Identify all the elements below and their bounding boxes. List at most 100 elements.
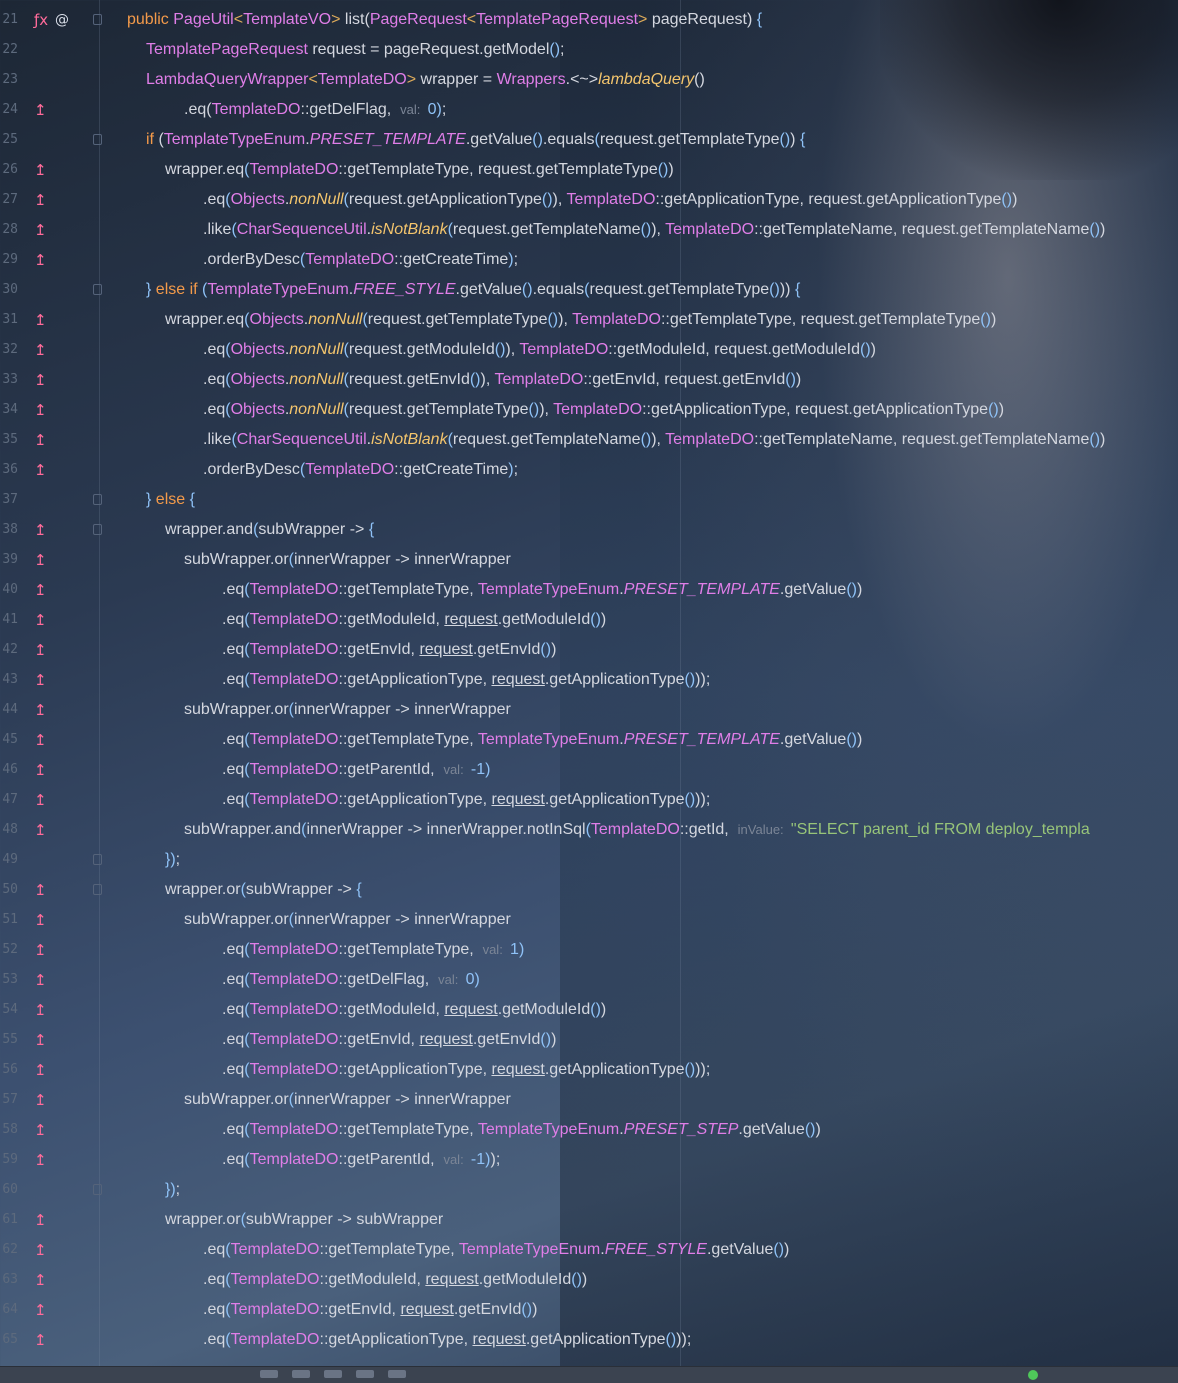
code-line[interactable]: 64 ↥ .eq(TemplateDO::getEnvId, request.get…: [0, 1295, 1178, 1325]
code-editor[interactable]: 21 ƒx @ public PageUtil<TemplateVO> list(Pa…: [0, 0, 1178, 1366]
implementation-marker-icon[interactable]: ↥: [34, 515, 47, 545]
code-line[interactable]: 36 ↥ .orderByDesc(TemplateDO::getCreateTim…: [0, 455, 1178, 485]
fold-toggle-icon[interactable]: [93, 854, 102, 865]
method-marker-icon[interactable]: ƒx: [34, 5, 48, 35]
status-widget[interactable]: [388, 1370, 406, 1378]
line-number[interactable]: 56: [0, 1055, 18, 1085]
implementation-marker-icon[interactable]: ↥: [34, 1325, 47, 1355]
implementation-marker-icon[interactable]: ↥: [34, 905, 47, 935]
implementation-marker-icon[interactable]: ↥: [34, 1115, 47, 1145]
implementation-marker-icon[interactable]: ↥: [34, 995, 47, 1025]
fold-toggle-icon[interactable]: [93, 884, 102, 895]
implementation-marker-icon[interactable]: ↥: [34, 215, 47, 245]
implementation-marker-icon[interactable]: ↥: [34, 335, 47, 365]
implementation-marker-icon[interactable]: ↥: [34, 725, 47, 755]
implementation-marker-icon[interactable]: ↥: [34, 815, 47, 845]
line-number[interactable]: 64: [0, 1295, 18, 1325]
code-line[interactable]: 46 ↥ .eq(TemplateDO::getParentId, val: -1): [0, 755, 1178, 785]
status-widget[interactable]: [324, 1370, 342, 1378]
line-number[interactable]: 25: [0, 125, 18, 155]
implementation-marker-icon[interactable]: ↥: [34, 875, 47, 905]
code-line[interactable]: 57 ↥ subWrapper.or(innerWrapper -> innerWr…: [0, 1085, 1178, 1115]
code-line[interactable]: 34 ↥ .eq(Objects.nonNull(request.getTempla…: [0, 395, 1178, 425]
annotation-marker-icon[interactable]: @: [55, 5, 69, 35]
implementation-marker-icon[interactable]: ↥: [34, 635, 47, 665]
code-line[interactable]: 59 ↥ .eq(TemplateDO::getParentId, val: -1)…: [0, 1145, 1178, 1175]
fold-toggle-icon[interactable]: [93, 134, 102, 145]
line-number[interactable]: 31: [0, 305, 18, 335]
line-number[interactable]: 43: [0, 665, 18, 695]
code-line[interactable]: 41 ↥ .eq(TemplateDO::getModuleId, request.…: [0, 605, 1178, 635]
line-number[interactable]: 48: [0, 815, 18, 845]
code-line[interactable]: 65 ↥ .eq(TemplateDO::getApplicationType, r…: [0, 1325, 1178, 1355]
implementation-marker-icon[interactable]: ↥: [34, 395, 47, 425]
line-number[interactable]: 57: [0, 1085, 18, 1115]
line-number[interactable]: 58: [0, 1115, 18, 1145]
implementation-marker-icon[interactable]: ↥: [34, 935, 47, 965]
code-line[interactable]: 54 ↥ .eq(TemplateDO::getModuleId, request.…: [0, 995, 1178, 1025]
code-line[interactable]: 24 ↥ .eq(TemplateDO::getDelFlag, val: 0);: [0, 95, 1178, 125]
code-line[interactable]: 63 ↥ .eq(TemplateDO::getModuleId, request.…: [0, 1265, 1178, 1295]
code-line[interactable]: 50 ↥ wrapper.or(subWrapper -> {: [0, 875, 1178, 905]
line-number[interactable]: 41: [0, 605, 18, 635]
implementation-marker-icon[interactable]: ↥: [34, 1025, 47, 1055]
implementation-marker-icon[interactable]: ↥: [34, 455, 47, 485]
code-line[interactable]: 28 ↥ .like(CharSequenceUtil.isNotBlank(req…: [0, 215, 1178, 245]
line-number[interactable]: 44: [0, 695, 18, 725]
code-line[interactable]: 30} else if (TemplateTypeEnum.FREE_STYLE…: [0, 275, 1178, 305]
implementation-marker-icon[interactable]: ↥: [34, 695, 47, 725]
code-line[interactable]: 55 ↥ .eq(TemplateDO::getEnvId, request.get…: [0, 1025, 1178, 1055]
line-number[interactable]: 24: [0, 95, 18, 125]
implementation-marker-icon[interactable]: ↥: [34, 185, 47, 215]
line-number[interactable]: 61: [0, 1205, 18, 1235]
line-number[interactable]: 30: [0, 275, 18, 305]
line-number[interactable]: 36: [0, 455, 18, 485]
implementation-marker-icon[interactable]: ↥: [34, 605, 47, 635]
code-line[interactable]: 38 ↥ wrapper.and(subWrapper -> {: [0, 515, 1178, 545]
line-number[interactable]: 22: [0, 35, 18, 65]
implementation-marker-icon[interactable]: ↥: [34, 245, 47, 275]
code-line[interactable]: 33 ↥ .eq(Objects.nonNull(request.getEnvId(…: [0, 365, 1178, 395]
implementation-marker-icon[interactable]: ↥: [34, 425, 47, 455]
line-number[interactable]: 53: [0, 965, 18, 995]
line-number[interactable]: 27: [0, 185, 18, 215]
line-number[interactable]: 33: [0, 365, 18, 395]
line-number[interactable]: 51: [0, 905, 18, 935]
line-number[interactable]: 32: [0, 335, 18, 365]
fold-toggle-icon[interactable]: [93, 1184, 102, 1195]
line-number[interactable]: 54: [0, 995, 18, 1025]
line-number[interactable]: 47: [0, 785, 18, 815]
line-number[interactable]: 60: [0, 1175, 18, 1205]
line-number[interactable]: 45: [0, 725, 18, 755]
implementation-marker-icon[interactable]: ↥: [34, 665, 47, 695]
line-number[interactable]: 38: [0, 515, 18, 545]
code-line[interactable]: 61 ↥ wrapper.or(subWrapper -> subWrapper: [0, 1205, 1178, 1235]
code-line[interactable]: 51 ↥ subWrapper.or(innerWrapper -> innerWr…: [0, 905, 1178, 935]
line-number[interactable]: 37: [0, 485, 18, 515]
code-line[interactable]: 23 LambdaQueryWrapper<TemplateDO> wrapper…: [0, 65, 1178, 95]
implementation-marker-icon[interactable]: ↥: [34, 1205, 47, 1235]
fold-toggle-icon[interactable]: [93, 284, 102, 295]
code-line[interactable]: 31 ↥ wrapper.eq(Objects.nonNull(request.ge…: [0, 305, 1178, 335]
line-number[interactable]: 50: [0, 875, 18, 905]
implementation-marker-icon[interactable]: ↥: [34, 305, 47, 335]
line-number[interactable]: 49: [0, 845, 18, 875]
implementation-marker-icon[interactable]: ↥: [34, 1085, 47, 1115]
line-number[interactable]: 28: [0, 215, 18, 245]
code-line[interactable]: 29 ↥ .orderByDesc(TemplateDO::getCreateTim…: [0, 245, 1178, 275]
implementation-marker-icon[interactable]: ↥: [34, 1145, 47, 1175]
fold-toggle-icon[interactable]: [93, 14, 102, 25]
implementation-marker-icon[interactable]: ↥: [34, 1235, 47, 1265]
implementation-marker-icon[interactable]: ↥: [34, 155, 47, 185]
line-number[interactable]: 23: [0, 65, 18, 95]
line-number[interactable]: 42: [0, 635, 18, 665]
code-line[interactable]: 52 ↥ .eq(TemplateDO::getTemplateType, val:…: [0, 935, 1178, 965]
line-number[interactable]: 21: [0, 5, 18, 35]
code-line[interactable]: 53 ↥ .eq(TemplateDO::getDelFlag, val: 0): [0, 965, 1178, 995]
code-line[interactable]: 25 if (TemplateTypeEnum.PRESET_TEMPLATE.g…: [0, 125, 1178, 155]
code-line[interactable]: 21 ƒx @ public PageUtil<TemplateVO> list(Pa…: [0, 5, 1178, 35]
line-number[interactable]: 59: [0, 1145, 18, 1175]
line-number[interactable]: 35: [0, 425, 18, 455]
implementation-marker-icon[interactable]: ↥: [34, 575, 47, 605]
fold-toggle-icon[interactable]: [93, 524, 102, 535]
